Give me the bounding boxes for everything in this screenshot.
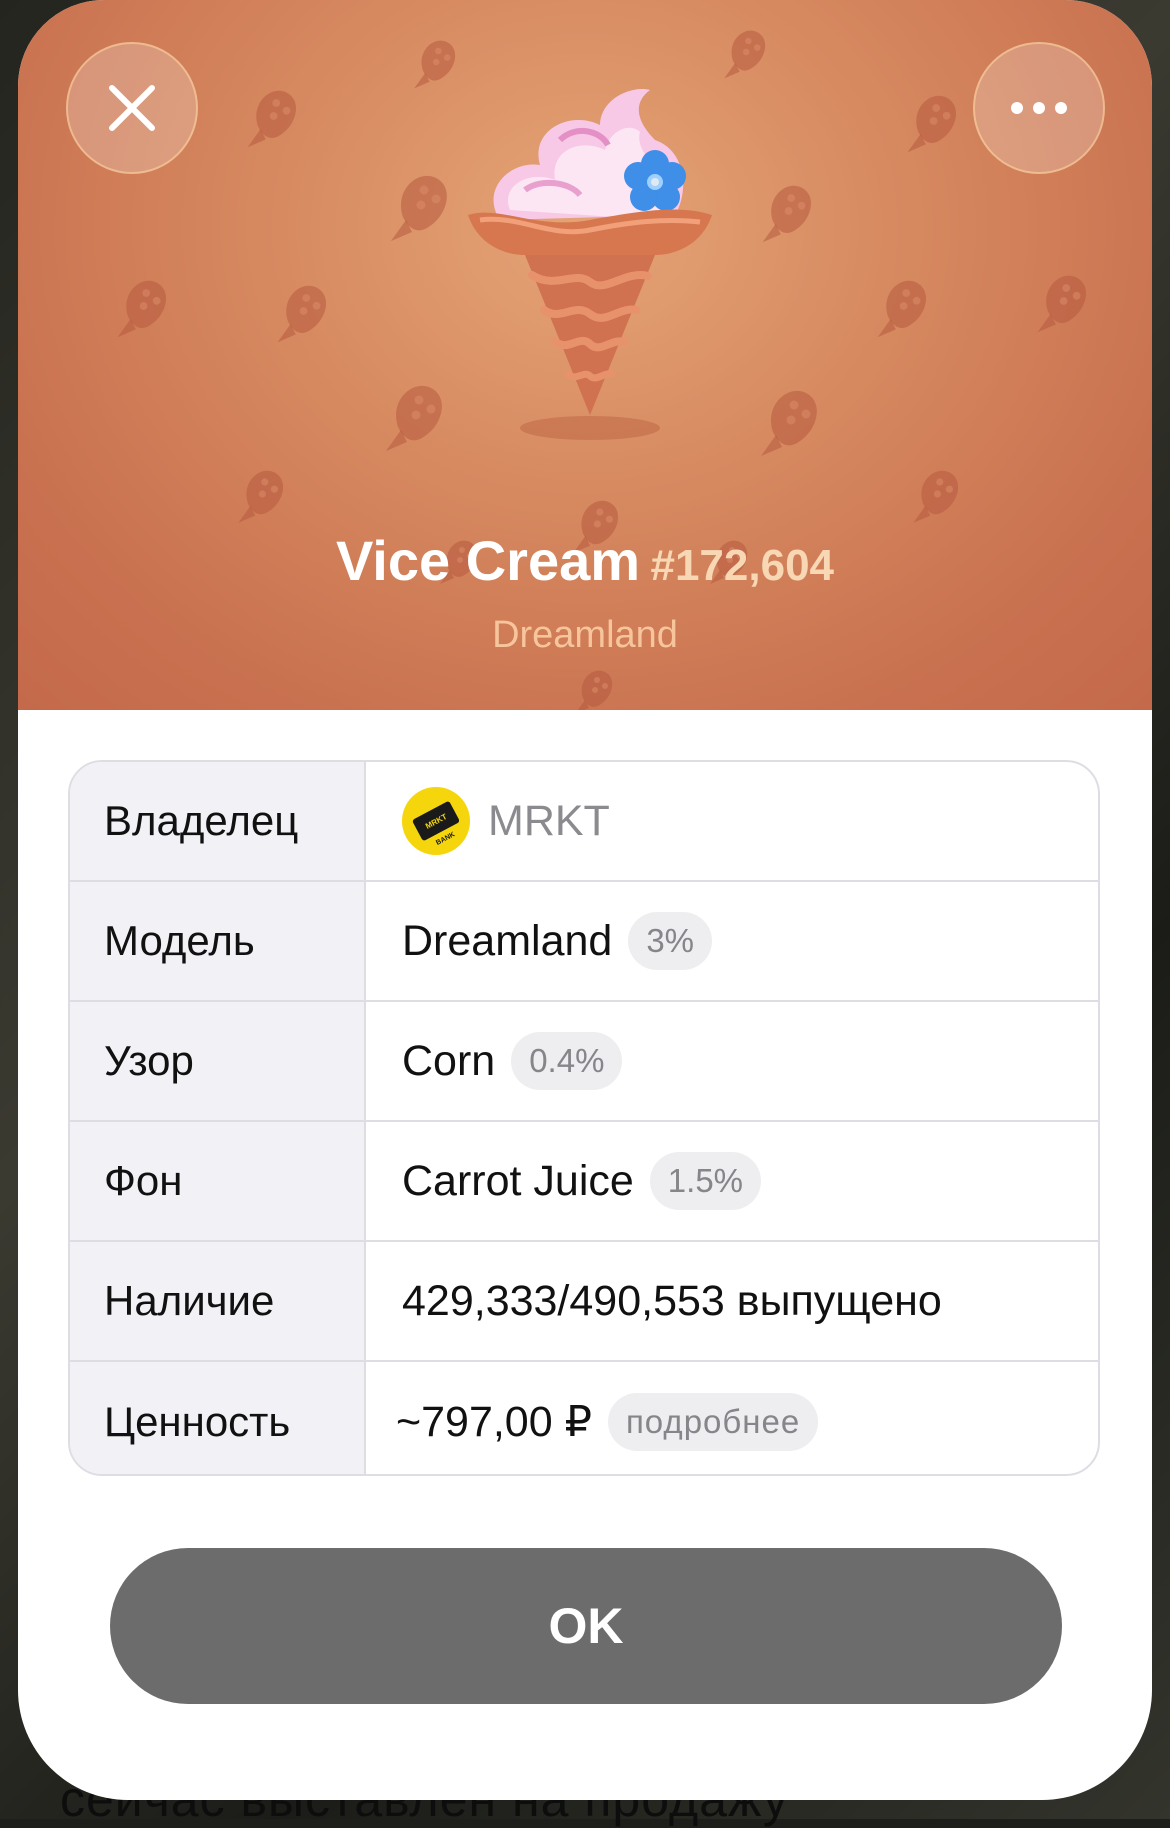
row-value: Dreamland 3% [366,882,1098,1000]
price-value: ~797,00 ₽ [396,1398,592,1446]
availability-value: 429,333/490,553 выпущено [402,1276,942,1325]
gift-name: Vice Cream [335,529,641,592]
ice-cream-gift-image [468,89,712,440]
model-value: Dreamland [402,916,613,965]
row-label: Наличие [70,1242,366,1360]
gift-attributes-table: Владелец MRKT BANK MRKT Модель Dreamland… [68,760,1100,1476]
gift-number: #172,604 [650,541,835,590]
table-row-pattern: Узор Corn 0.4% [70,1002,1098,1122]
row-label: Модель [70,882,366,1000]
details-button[interactable]: подробнее [607,1393,819,1451]
pattern-value: Corn [402,1036,496,1085]
avatar-logo-subtext: BANK [435,831,456,847]
table-row-value: Ценность ~797,00 ₽ подробнее [70,1362,1098,1474]
row-label: Ценность [70,1362,366,1474]
rarity-badge: 3% [628,912,713,970]
owner-name: MRKT [488,796,610,845]
avatar: MRKT BANK [402,787,470,855]
rarity-badge: 0.4% [511,1032,623,1090]
table-row-availability: Наличие 429,333/490,553 выпущено [70,1242,1098,1362]
row-value: ~797,00 ₽ подробнее [366,1362,1098,1474]
gift-info-sheet: Vice Cream #172,604 Dreamland Владелец M… [18,0,1152,1800]
table-row-backdrop: Фон Carrot Juice 1.5% [70,1122,1098,1242]
row-value: Carrot Juice 1.5% [366,1122,1098,1240]
row-value: Corn 0.4% [366,1002,1098,1120]
row-label: Владелец [70,762,366,880]
row-label: Узор [70,1002,366,1120]
ok-button[interactable]: OK [110,1548,1062,1704]
backdrop-value: Carrot Juice [402,1156,634,1205]
table-row-model: Модель Dreamland 3% [70,882,1098,1002]
gift-header: Vice Cream #172,604 Dreamland [18,0,1152,710]
table-row-owner: Владелец MRKT BANK MRKT [70,762,1098,882]
gift-title: Vice Cream #172,604 [18,528,1152,593]
more-dots-icon [1011,102,1067,114]
row-value: 429,333/490,553 выпущено [366,1242,1098,1360]
close-icon [109,85,155,131]
close-button[interactable] [66,42,198,174]
more-options-button[interactable] [973,42,1105,174]
owner-value[interactable]: MRKT BANK MRKT [366,762,1098,880]
gift-model-subtitle: Dreamland [492,614,678,656]
rarity-badge: 1.5% [649,1152,762,1210]
row-label: Фон [70,1122,366,1240]
